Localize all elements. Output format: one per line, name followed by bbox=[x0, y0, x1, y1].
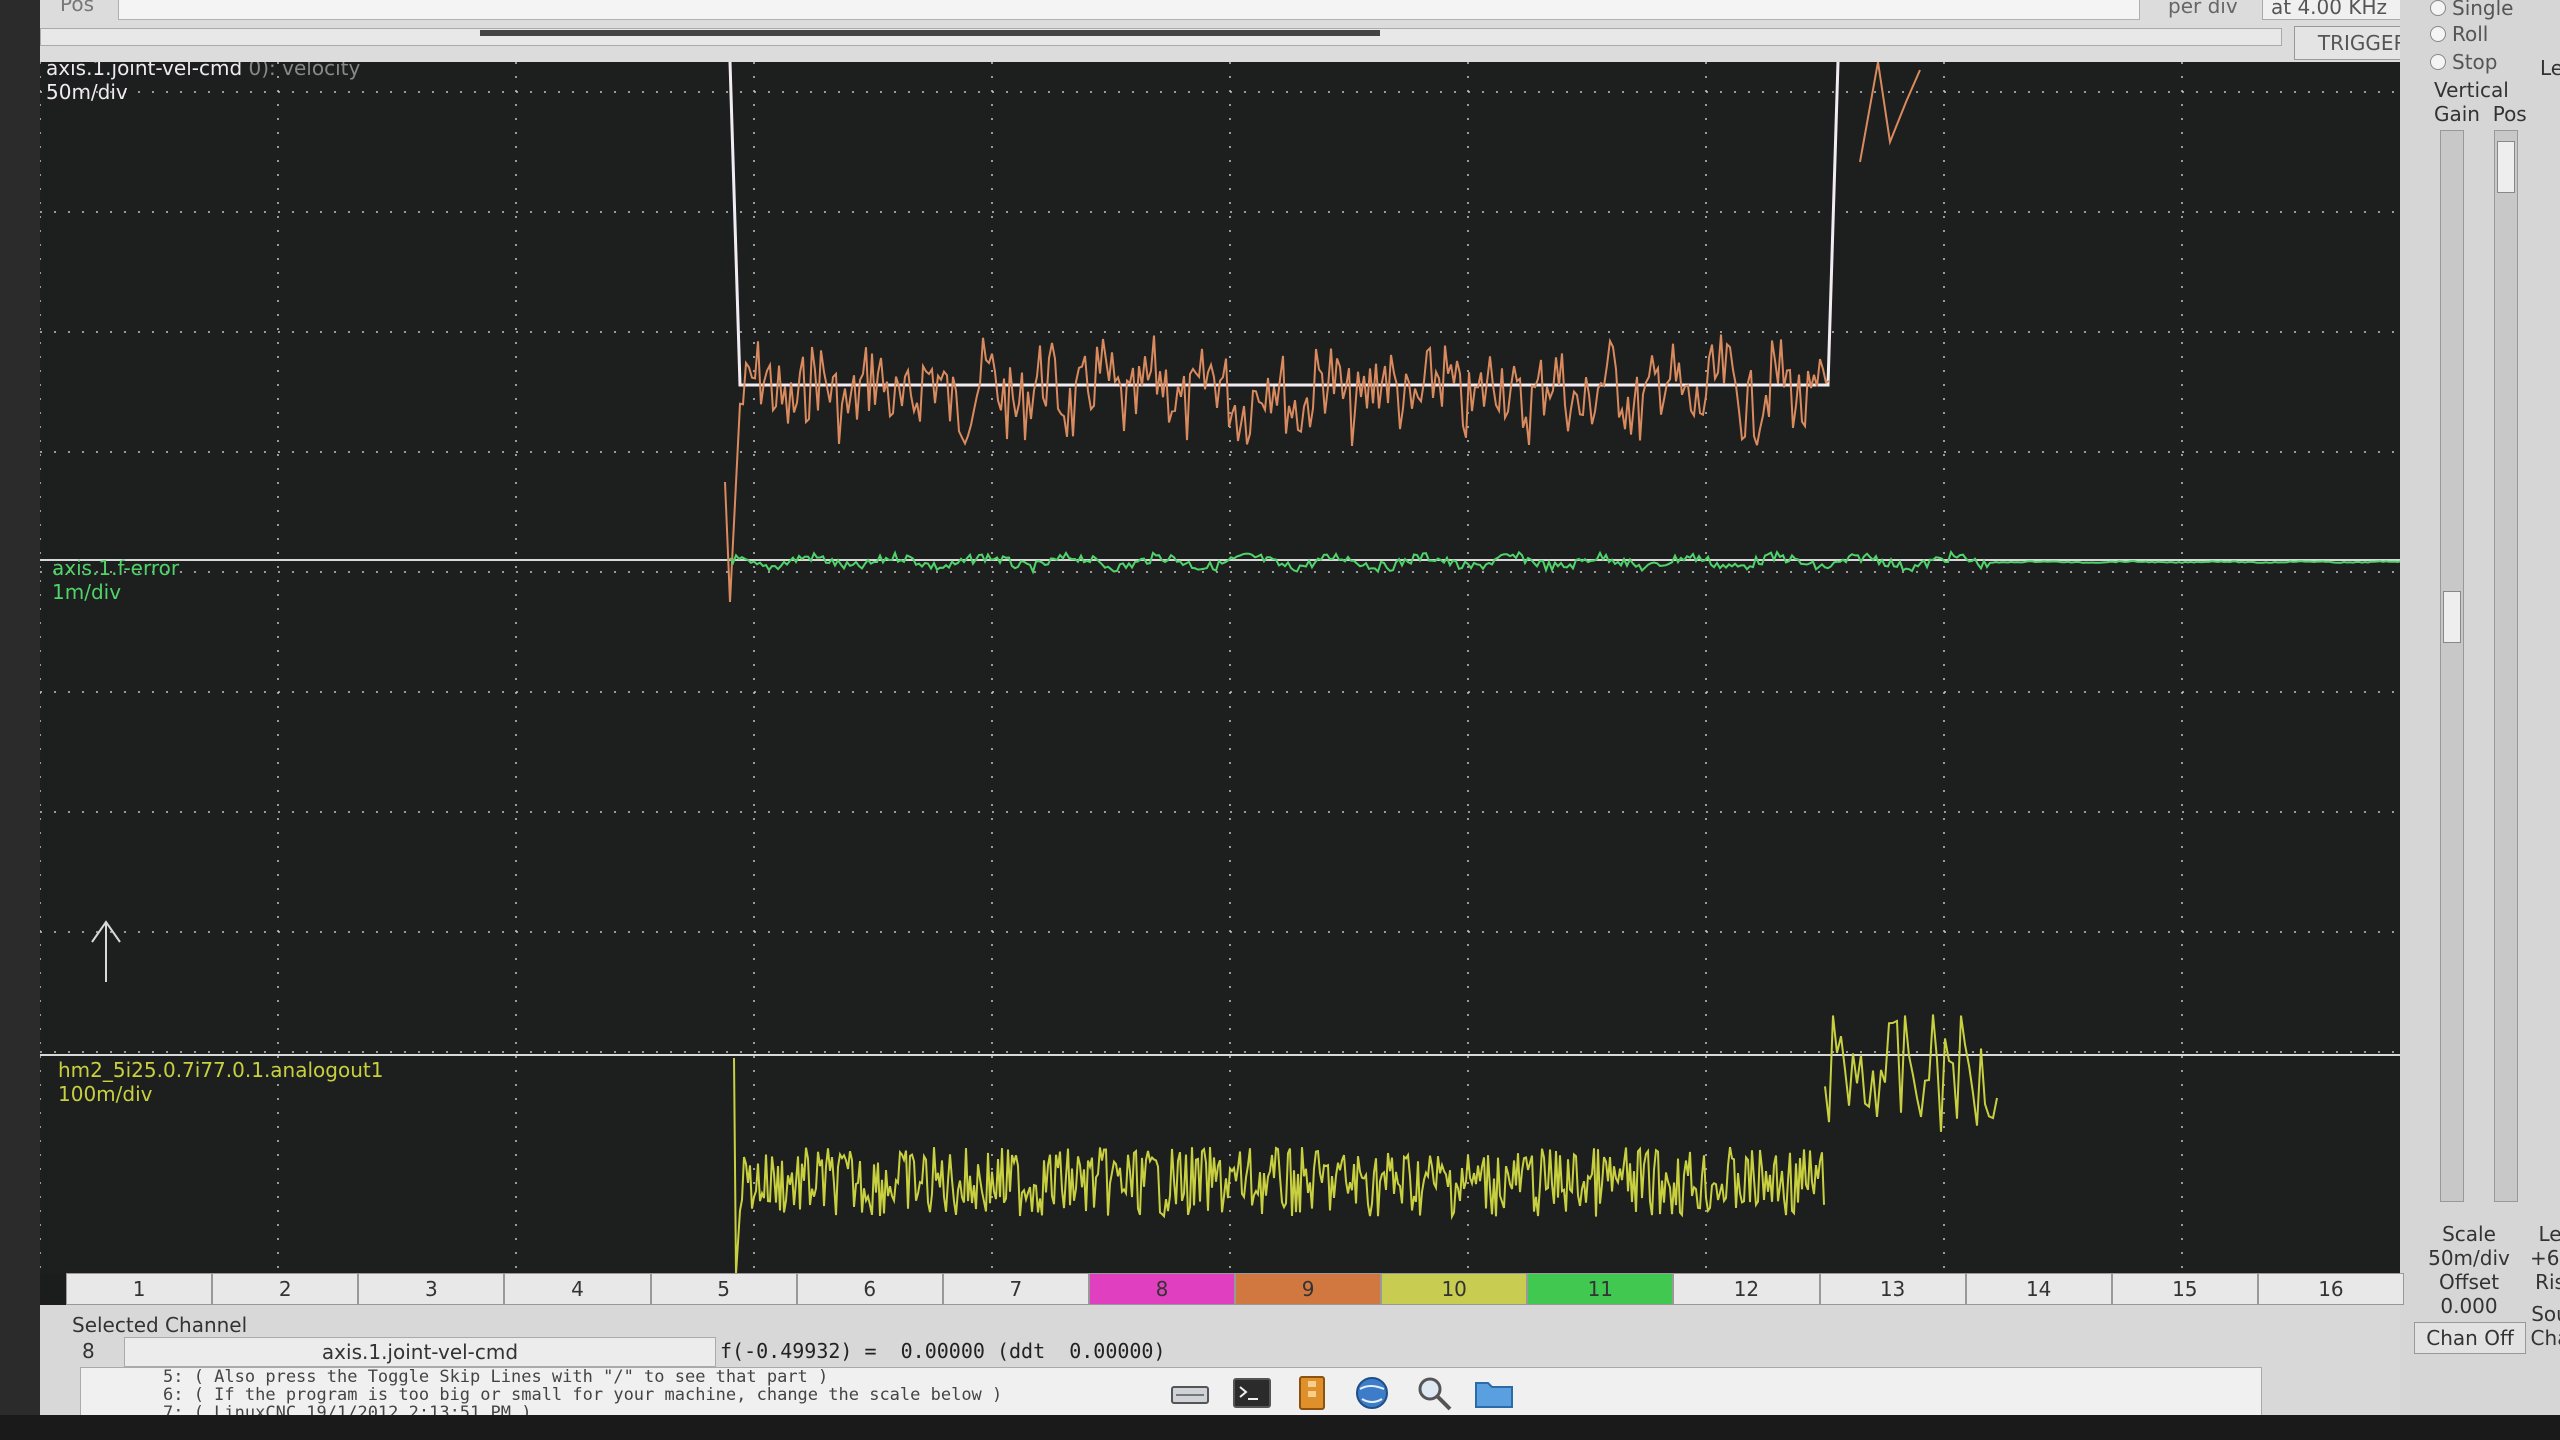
channel-1-label: axis.1.joint-vel-cmd 0): velocity 50m/di… bbox=[46, 62, 361, 104]
selected-channel-name[interactable]: axis.1.joint-vel-cmd bbox=[124, 1337, 716, 1367]
channel-button-9[interactable]: 9 bbox=[1235, 1273, 1382, 1305]
scope-display: axis.1.joint-vel-cmd 0): velocity 50m/di… bbox=[40, 62, 2420, 1274]
velocity-command-trace bbox=[728, 62, 1840, 387]
channel-button-row: 1 2 3 4 5 6 7 8 9 10 11 12 13 14 15 16 bbox=[66, 1273, 2404, 1305]
rise-button[interactable]: Ris bbox=[2530, 1270, 2560, 1294]
level-readout: Le+65 bbox=[2530, 1222, 2560, 1270]
channel-button-10[interactable]: 10 bbox=[1381, 1273, 1528, 1305]
source-button[interactable]: SouCha bbox=[2530, 1302, 2560, 1350]
bottom-panel: Selected Channel 8 axis.1.joint-vel-cmd … bbox=[40, 1305, 2400, 1417]
channel-button-3[interactable]: 3 bbox=[358, 1273, 505, 1305]
mode-roll-radio[interactable]: Roll bbox=[2430, 22, 2488, 46]
selected-channel-label: Selected Channel bbox=[72, 1313, 248, 1337]
channel-button-13[interactable]: 13 bbox=[1819, 1273, 1966, 1305]
folder-icon[interactable] bbox=[1472, 1373, 1516, 1413]
pos-label: Pos bbox=[60, 0, 95, 16]
analog-out-trace bbox=[733, 1057, 1825, 1274]
selected-channel-number: 8 bbox=[82, 1339, 95, 1363]
gain-slider-thumb[interactable] bbox=[2443, 591, 2461, 643]
f-error-trace bbox=[729, 549, 2420, 575]
magnifier-icon[interactable] bbox=[1412, 1373, 1456, 1413]
channel-3-label: hm2_5i25.0.7i77.0.1.analogout1 100m/div bbox=[58, 1058, 384, 1106]
terminal-icon[interactable] bbox=[1230, 1373, 1274, 1413]
vertical-label: Vertical Gain Pos bbox=[2434, 78, 2527, 126]
globe-icon[interactable] bbox=[1350, 1373, 1394, 1413]
scope-traces bbox=[40, 62, 2420, 1274]
monitor-bezel-left bbox=[0, 0, 40, 1440]
channel-button-2[interactable]: 2 bbox=[212, 1273, 359, 1305]
channel-button-5[interactable]: 5 bbox=[650, 1273, 797, 1305]
velocity-feedback-tail bbox=[1859, 62, 1921, 163]
channel-2-label: axis.1.f-error 1m/div bbox=[52, 556, 180, 604]
channel-button-11[interactable]: 11 bbox=[1527, 1273, 1674, 1305]
channel-button-7[interactable]: 7 bbox=[942, 1273, 1089, 1305]
channel-button-4[interactable]: 4 bbox=[504, 1273, 651, 1305]
mode-stop-radio[interactable]: Stop bbox=[2430, 50, 2497, 74]
position-slider-thumb[interactable] bbox=[2497, 141, 2515, 193]
per-div-label: per div bbox=[2168, 0, 2238, 18]
channel-button-12[interactable]: 12 bbox=[1673, 1273, 1820, 1305]
scale-readout: Scale 50m/div bbox=[2428, 1222, 2510, 1270]
channel-button-15[interactable]: 15 bbox=[2111, 1273, 2258, 1305]
chan-off-button[interactable]: Chan Off bbox=[2414, 1322, 2526, 1354]
position-vslider[interactable] bbox=[2494, 130, 2518, 1202]
channel-button-16[interactable]: 16 bbox=[2257, 1273, 2404, 1305]
right-control-panel: Single Roll Stop Le Vertical Gain Pos Sc… bbox=[2400, 0, 2560, 1415]
keyboard-icon[interactable] bbox=[1168, 1373, 1212, 1413]
mode-single-radio[interactable]: Single bbox=[2430, 0, 2513, 20]
offset-readout[interactable]: Offset 0.000 bbox=[2414, 1270, 2524, 1318]
edge-letter: Le bbox=[2540, 56, 2560, 80]
cursor-readout: f(-0.49932) = 0.00000 (ddt 0.00000) bbox=[720, 1339, 1166, 1363]
gain-slider[interactable] bbox=[2440, 130, 2464, 1202]
channel-button-1[interactable]: 1 bbox=[66, 1273, 213, 1305]
archive-icon[interactable] bbox=[1290, 1373, 1334, 1413]
analog-out-tail bbox=[1824, 1014, 1998, 1132]
position-slider[interactable] bbox=[118, 0, 2140, 20]
top-control-strip: Pos per div at 4.00 KHz TRIGGER? bbox=[40, 0, 2442, 63]
channel-button-6[interactable]: 6 bbox=[796, 1273, 943, 1305]
monitor-bezel-bottom bbox=[0, 1415, 2560, 1440]
channel-button-8[interactable]: 8 bbox=[1088, 1273, 1235, 1305]
channel-button-14[interactable]: 14 bbox=[1965, 1273, 2112, 1305]
trigger-slider-knob[interactable] bbox=[480, 30, 1380, 36]
